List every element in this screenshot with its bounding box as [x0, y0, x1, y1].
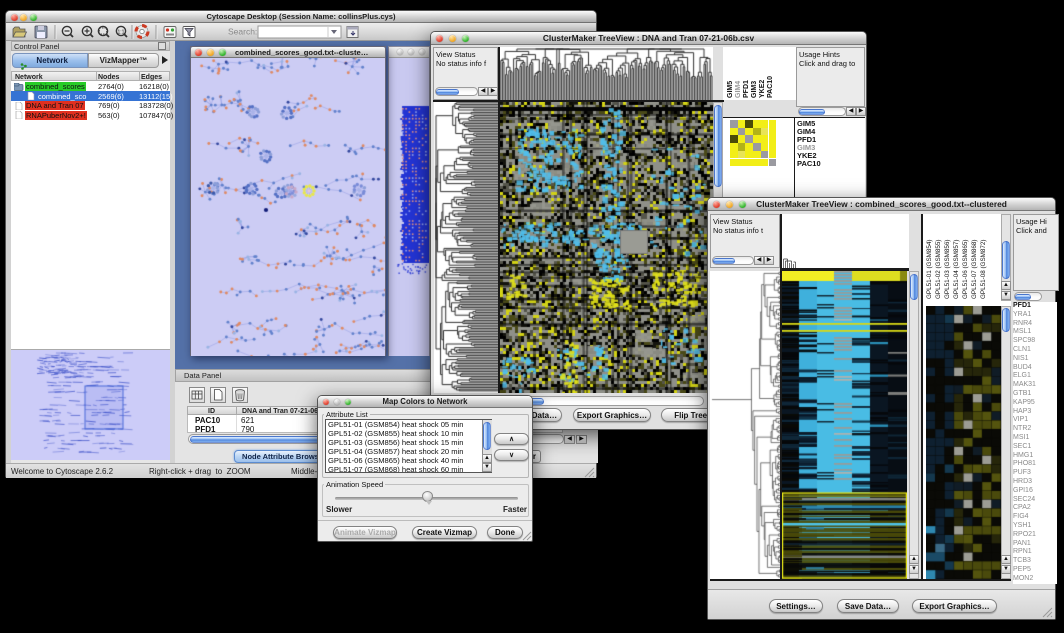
svg-text:1:1: 1:1: [118, 30, 125, 36]
svg-text:Search:: Search:: [228, 27, 257, 37]
